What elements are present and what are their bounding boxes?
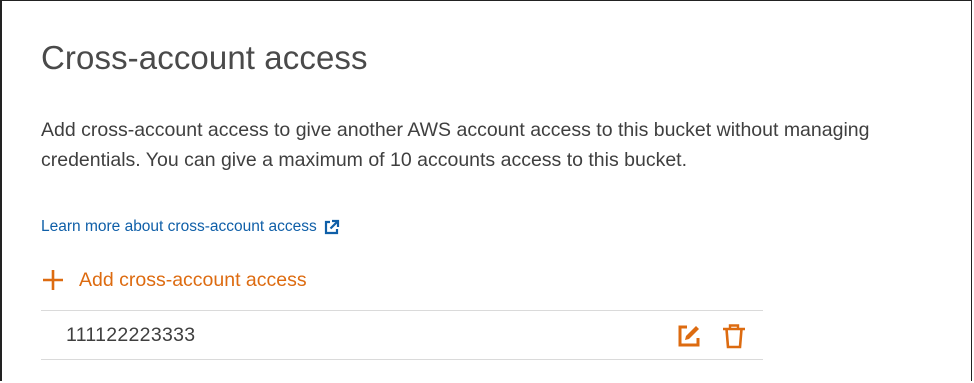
section-description: Add cross-account access to give another…	[41, 119, 870, 171]
account-id: 111122223333	[66, 324, 196, 346]
list-divider-bottom	[41, 359, 763, 360]
add-cross-account-access-label: Add cross-account access	[79, 268, 307, 291]
add-cross-account-access-button[interactable]: Add cross-account access	[41, 268, 307, 292]
list-divider-top	[41, 310, 763, 311]
external-link-icon	[323, 219, 340, 236]
plus-icon	[41, 268, 65, 292]
learn-more-label: Learn more about cross-account access	[41, 218, 317, 235]
edit-icon[interactable]	[676, 323, 702, 349]
trash-icon[interactable]	[721, 323, 747, 349]
learn-more-link[interactable]: Learn more about cross-account access	[41, 218, 340, 236]
account-list-item: 111122223333	[41, 312, 763, 359]
cross-account-access-panel-frame: Cross-account access Add cross-account a…	[0, 0, 972, 381]
section-title: Cross-account access	[41, 39, 368, 76]
